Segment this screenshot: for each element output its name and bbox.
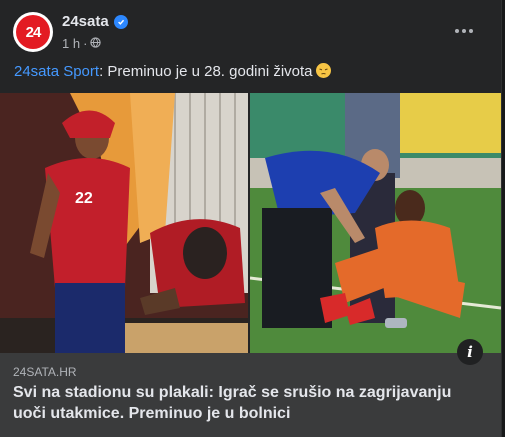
- link-preview[interactable]: i 24SATA.HR Svi na stadionu su plakali: …: [0, 339, 501, 437]
- page-name[interactable]: 24sata: [62, 13, 109, 30]
- more-dot-icon: [455, 29, 459, 33]
- link-domain: 24SATA.HR: [13, 365, 77, 379]
- avatar-text: 24: [25, 23, 42, 41]
- verified-badge-icon: [113, 14, 128, 29]
- info-button[interactable]: i: [457, 339, 483, 365]
- pensive-face-emoji-icon: [315, 63, 331, 78]
- photo-player-pitch[interactable]: [250, 93, 501, 353]
- post-meta: 1 h ·: [62, 36, 102, 51]
- page-name-row: 24sata: [62, 13, 128, 30]
- more-dot-icon: [462, 29, 466, 33]
- post-caption: 24sata Sport: Preminuo je u 28. godini ž…: [14, 63, 331, 80]
- page-avatar[interactable]: 24: [13, 12, 53, 52]
- link-headline[interactable]: Svi na stadionu su plakali: Igrač se sru…: [13, 382, 483, 424]
- post-time[interactable]: 1 h: [62, 36, 80, 51]
- meta-separator: ·: [83, 36, 88, 51]
- caption-page-tag[interactable]: 24sata Sport: [14, 63, 99, 80]
- photo-left-illustration: 22: [0, 93, 248, 353]
- info-icon: i: [467, 343, 473, 361]
- caption-text: : Preminuo je u 28. godini života: [99, 63, 313, 80]
- more-dot-icon: [469, 29, 473, 33]
- photo-player-tunnel[interactable]: 22: [0, 93, 248, 353]
- photo-right-illustration: [250, 93, 501, 353]
- feed-post: 24 24sata 1 h · 24sata Sport: Preminuo j…: [0, 0, 502, 437]
- left-jersey-number: 22: [75, 190, 93, 207]
- globe-icon: [90, 36, 102, 51]
- more-options-button[interactable]: [448, 17, 480, 45]
